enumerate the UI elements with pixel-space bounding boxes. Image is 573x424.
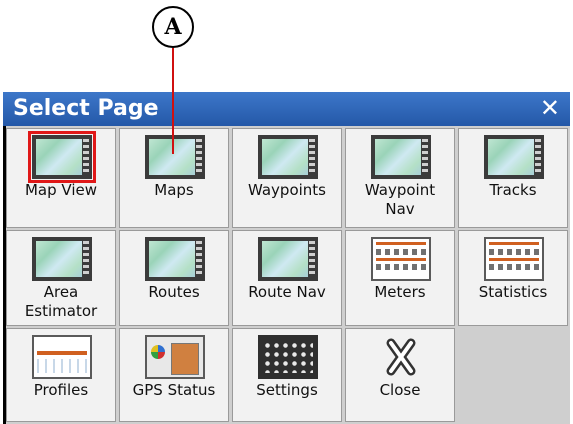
close-x-button[interactable]: ✕ xyxy=(540,94,560,122)
tile-label: Tracks xyxy=(489,181,537,199)
tile-label: Settings xyxy=(256,381,318,399)
tile-label: Statistics xyxy=(478,283,548,301)
callout-pointer-line xyxy=(172,48,174,154)
tile-tracks[interactable]: Tracks xyxy=(458,128,568,228)
meters-icon xyxy=(371,237,431,281)
map-view-icon xyxy=(28,131,96,183)
tile-label: GPS Status xyxy=(132,381,216,399)
tile-label: Waypoint Nav xyxy=(364,181,436,218)
callout-letter: A xyxy=(164,14,182,40)
tile-label: Area Estimator xyxy=(24,283,98,320)
tile-maps[interactable]: Maps xyxy=(119,128,229,228)
area-estimator-icon xyxy=(32,237,92,281)
tile-waypoint-nav[interactable]: Waypoint Nav xyxy=(345,128,455,228)
waypoints-icon xyxy=(258,135,318,179)
gps-status-icon xyxy=(145,335,205,379)
tile-map-view[interactable]: Map View xyxy=(6,128,116,228)
tile-label: Close xyxy=(379,381,421,399)
route-nav-icon xyxy=(258,237,318,281)
tile-label: Routes xyxy=(148,283,200,301)
tile-label: Maps xyxy=(154,181,194,199)
tile-label: Meters xyxy=(374,283,426,301)
callout-a: A xyxy=(152,6,194,48)
tile-waypoints[interactable]: Waypoints xyxy=(232,128,342,228)
tile-route-nav[interactable]: Route Nav xyxy=(232,230,342,326)
profiles-icon xyxy=(32,335,92,379)
title-bar: Select Page ✕ xyxy=(3,92,570,126)
tile-close[interactable]: Close xyxy=(345,328,455,422)
tile-statistics[interactable]: Statistics xyxy=(458,230,568,326)
tile-area-estimator[interactable]: Area Estimator xyxy=(6,230,116,326)
waypoint-nav-icon xyxy=(371,135,431,179)
tile-meters[interactable]: Meters xyxy=(345,230,455,326)
statistics-icon xyxy=(484,237,544,281)
tile-label: Map View xyxy=(24,181,98,199)
close-icon xyxy=(371,335,431,379)
tile-label: Profiles xyxy=(33,381,89,399)
tile-routes[interactable]: Routes xyxy=(119,230,229,326)
tile-settings[interactable]: Settings xyxy=(232,328,342,422)
maps-icon xyxy=(145,135,205,179)
tile-gps-status[interactable]: GPS Status xyxy=(119,328,229,422)
tile-profiles[interactable]: Profiles xyxy=(6,328,116,422)
routes-icon xyxy=(145,237,205,281)
settings-icon xyxy=(258,335,318,379)
tracks-icon xyxy=(484,135,544,179)
dialog-title: Select Page xyxy=(13,96,159,121)
tile-label: Waypoints xyxy=(247,181,326,199)
tile-label: Route Nav xyxy=(248,283,326,301)
